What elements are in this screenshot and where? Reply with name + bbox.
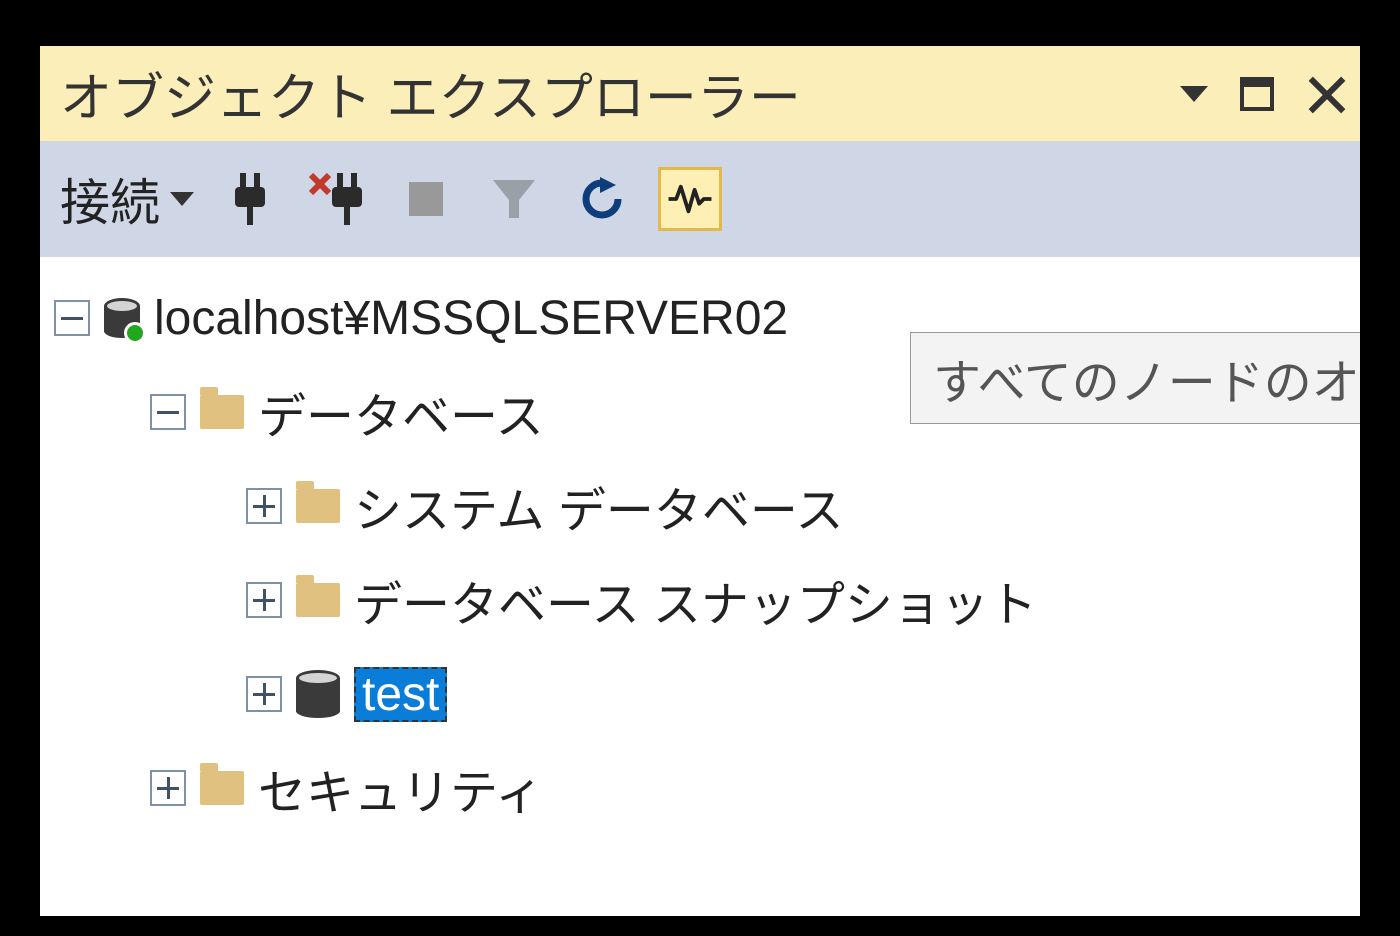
activity-monitor-icon [667,177,713,221]
plug-icon [228,173,272,225]
tree-node-security[interactable]: セキュリティ [54,741,1360,835]
expand-toggle[interactable] [246,582,282,618]
server-online-indicator-icon [124,322,146,344]
disconnect-button[interactable] [306,167,370,231]
database-icon [296,670,340,718]
expand-toggle[interactable] [150,770,186,806]
dropdown-arrow-icon [170,192,194,206]
connect-button[interactable] [218,167,282,231]
refresh-icon [578,175,626,223]
expand-toggle[interactable] [246,676,282,712]
selected-db-label: test [354,667,447,722]
filter-funnel-icon [491,176,537,222]
system-db-label: システム データベース [354,471,844,541]
databases-label: データベース [258,377,544,447]
tooltip: すべてのノードのオ [910,332,1360,424]
titlebar: オブジェクト エクスプローラー [40,46,1360,141]
tooltip-text: すべてのノードのオ [933,343,1360,413]
collapse-toggle[interactable] [54,300,90,336]
db-snapshots-label: データベース スナップショット [354,565,1037,635]
tree-node-db-snapshots[interactable]: データベース スナップショット [54,553,1360,647]
security-label: セキュリティ [258,753,543,823]
server-icon [104,298,140,338]
folder-icon [296,583,340,617]
panel-title: オブジェクト エクスプローラー [60,56,801,131]
window-controls [1180,74,1346,114]
folder-icon [296,489,340,523]
tree-node-test-db[interactable]: test [54,647,1360,741]
folder-icon [200,395,244,429]
filter-button[interactable] [482,167,546,231]
toolbar: 接続 [40,141,1360,257]
folder-icon [200,771,244,805]
tree-node-system-databases[interactable]: システム データベース [54,459,1360,553]
app-frame: オブジェクト エクスプローラー 接続 [0,0,1400,936]
stop-square-icon [409,182,443,216]
collapse-toggle[interactable] [150,394,186,430]
maximize-icon[interactable] [1240,77,1274,111]
server-label: localhost¥MSSQLSERVER02 [154,291,788,346]
activity-monitor-button[interactable] [658,167,722,231]
expand-toggle[interactable] [246,488,282,524]
connect-dropdown[interactable]: 接続 [60,163,194,235]
stop-button [394,167,458,231]
close-icon[interactable] [1306,74,1346,114]
connect-label: 接続 [60,163,160,235]
disconnect-plug-icon [309,173,367,225]
window-menu-dropdown-icon[interactable] [1180,86,1208,102]
refresh-button[interactable] [570,167,634,231]
object-explorer-pane: オブジェクト エクスプローラー 接続 [40,46,1360,916]
